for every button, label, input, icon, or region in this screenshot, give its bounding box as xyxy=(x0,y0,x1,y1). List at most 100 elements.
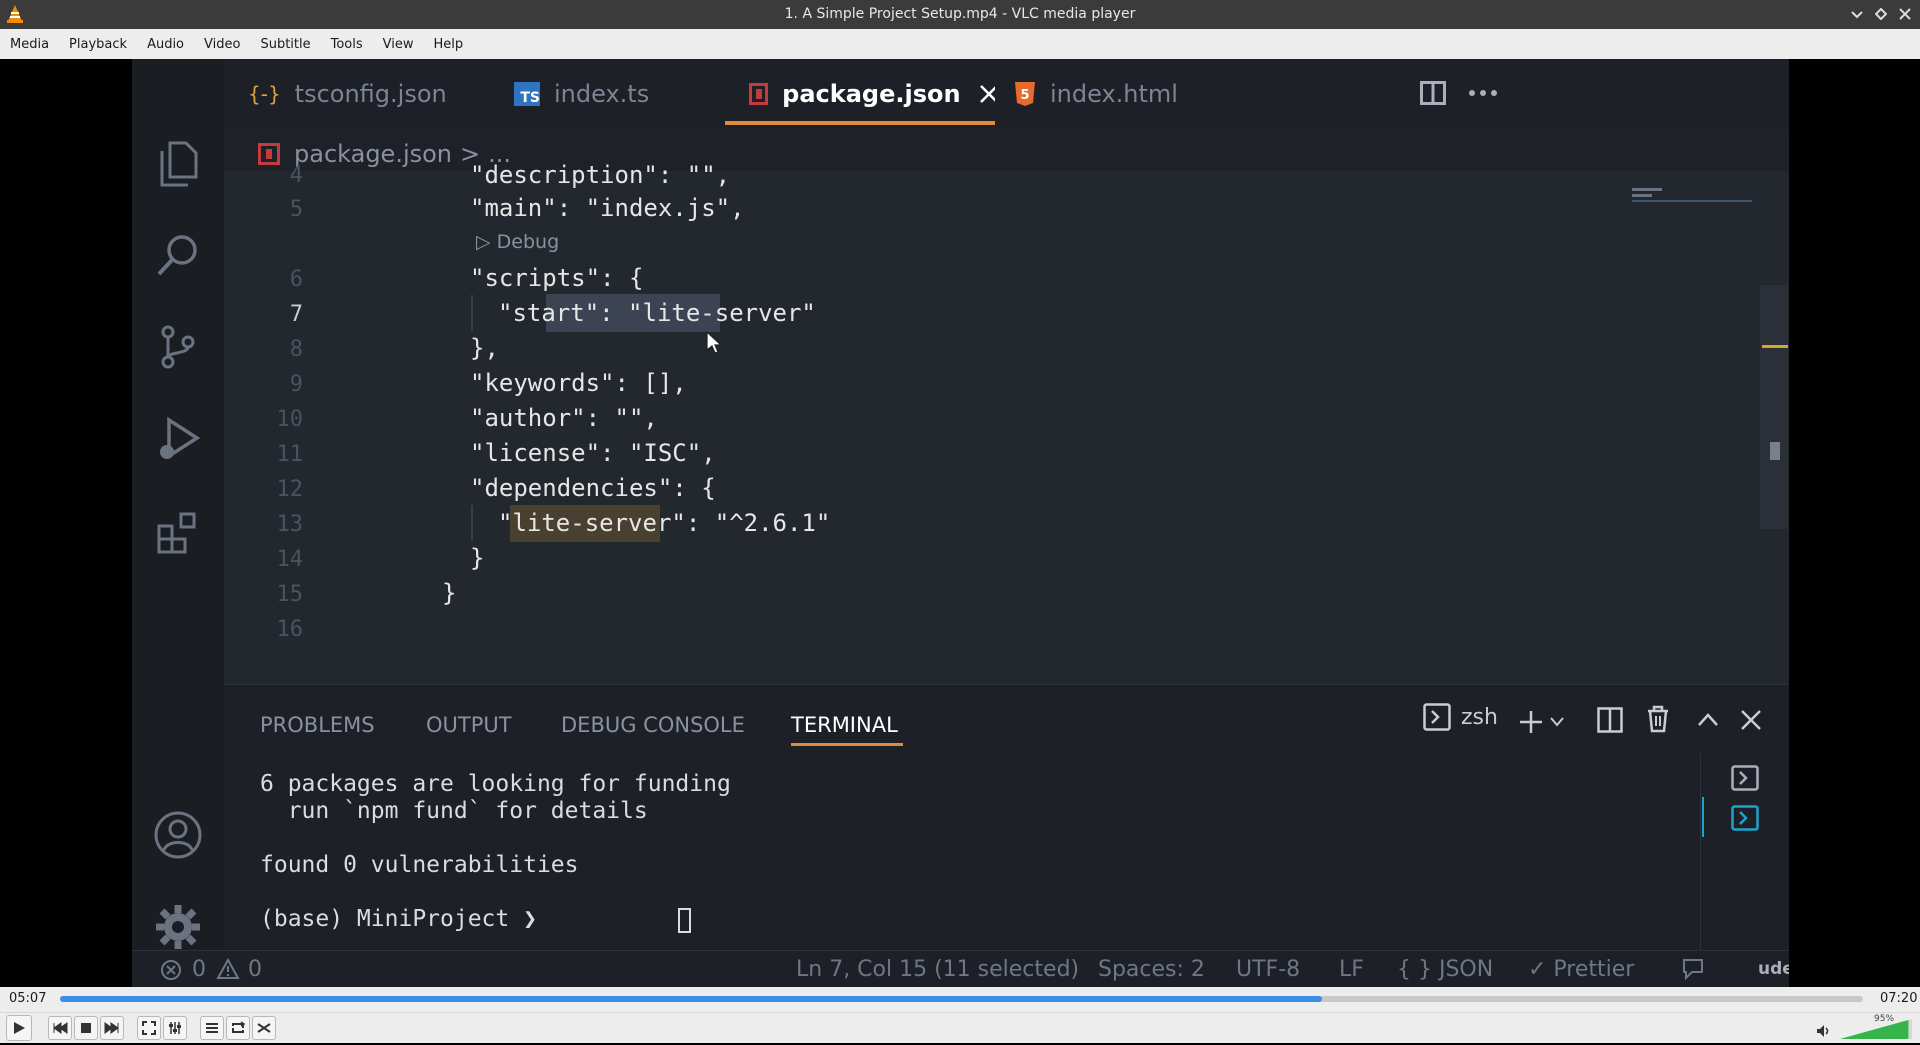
json-icon: {-} xyxy=(248,82,281,106)
more-actions-icon xyxy=(1469,90,1497,96)
fullscreen-button[interactable] xyxy=(137,1016,161,1040)
tab-debug-console: DEBUG CONSOLE xyxy=(561,713,745,737)
shuffle-icon xyxy=(257,1023,271,1033)
extensions-icon xyxy=(152,507,204,559)
maximize-icon[interactable] xyxy=(1872,3,1890,25)
tab-package-json: package.json xyxy=(725,59,995,129)
code-line: "description": "", xyxy=(470,161,731,189)
debug-codelens: ▷ Debug xyxy=(476,231,560,253)
editor-scrollbar[interactable] xyxy=(1760,285,1788,529)
playlist-button[interactable] xyxy=(200,1016,224,1040)
udemy-watermark: udemy xyxy=(1758,959,1789,979)
line-number: 8 xyxy=(289,337,303,362)
sliders-icon xyxy=(169,1022,181,1034)
indent-guide xyxy=(471,295,473,331)
tab-tsconfig: {-} tsconfig.json xyxy=(248,59,447,129)
volume-icon[interactable] xyxy=(1816,1024,1832,1038)
code-line: } xyxy=(470,544,485,572)
line-number: 16 xyxy=(276,617,304,642)
feedback-icon xyxy=(1683,959,1703,981)
encoding: UTF-8 xyxy=(1236,957,1301,982)
menu-video[interactable]: Video xyxy=(194,37,250,52)
language-mode: { } JSON xyxy=(1397,957,1494,982)
code-line: "dependencies": { xyxy=(470,474,716,502)
account-icon xyxy=(152,809,204,861)
line-number: 9 xyxy=(289,372,303,397)
line-number: 10 xyxy=(276,407,304,432)
code-line: "scripts": { xyxy=(470,264,644,292)
tab-terminal: TERMINAL xyxy=(791,713,898,737)
tab-problems: PROBLEMS xyxy=(260,713,375,737)
total-time: 07:20 xyxy=(1880,991,1918,1006)
menu-tools[interactable]: Tools xyxy=(321,37,373,52)
title-bar: 1. A Simple Project Setup.mp4 - VLC medi… xyxy=(0,0,1920,29)
close-tab-icon xyxy=(979,85,995,103)
tab-output: OUTPUT xyxy=(426,713,512,737)
terminal-panel: PROBLEMS OUTPUT DEBUG CONSOLE TERMINAL z… xyxy=(224,684,1789,951)
terminal-prompt: (base) MiniProject ❯ xyxy=(260,906,551,932)
loop-button[interactable] xyxy=(226,1016,250,1040)
menu-audio[interactable]: Audio xyxy=(137,37,194,52)
run-debug-icon xyxy=(152,413,204,465)
tab-label: index.ts xyxy=(554,80,650,108)
end-of-line: LF xyxy=(1339,957,1364,982)
menu-media[interactable]: Media xyxy=(0,37,59,52)
gear-icon xyxy=(152,901,204,953)
stop-button[interactable] xyxy=(74,1016,98,1040)
code-line: "main": "index.js", xyxy=(470,194,745,222)
code-line: "author": "", xyxy=(470,404,658,432)
video-area[interactable]: {-} tsconfig.json TS index.ts package.js… xyxy=(0,59,1920,987)
code-line: "license": "ISC", xyxy=(470,439,716,467)
line-number: 14 xyxy=(276,547,304,572)
status-bar: 0 0 Ln 7, Col 15 (11 selected) Spaces: 2… xyxy=(132,950,1789,987)
play-button[interactable] xyxy=(6,1015,32,1041)
window-title: 1. A Simple Project Setup.mp4 - VLC medi… xyxy=(784,6,1136,22)
menu-help[interactable]: Help xyxy=(424,37,474,52)
tab-label: index.html xyxy=(1050,80,1178,108)
next-icon xyxy=(104,1022,119,1034)
tab-index-html: 5 index.html xyxy=(1014,59,1178,129)
html5-icon: 5 xyxy=(1015,82,1035,106)
shuffle-button[interactable] xyxy=(252,1016,276,1040)
extended-settings-button[interactable] xyxy=(163,1016,187,1040)
terminal-line: found 0 vulnerabilities xyxy=(260,852,579,878)
error-count: 0 xyxy=(192,957,206,982)
minimize-icon[interactable] xyxy=(1848,3,1866,25)
source-control-icon xyxy=(152,321,204,373)
tab-index-ts: TS index.ts xyxy=(514,59,649,129)
menu-subtitle[interactable]: Subtitle xyxy=(250,37,320,52)
shell-name: zsh xyxy=(1461,704,1498,730)
volume-slider[interactable]: 95% xyxy=(1840,1014,1914,1041)
cursor-position: Ln 7, Col 15 (11 selected) xyxy=(796,957,1080,982)
terminal-tabs-divider xyxy=(1700,753,1701,951)
activity-bar xyxy=(132,59,224,950)
line-number: 11 xyxy=(276,442,304,467)
split-editor-icon xyxy=(1420,81,1446,105)
terminal-cursor xyxy=(678,908,691,933)
mouse-cursor-icon xyxy=(706,331,722,354)
indent-guide xyxy=(471,505,473,541)
previous-button[interactable] xyxy=(48,1016,72,1040)
line-number: 12 xyxy=(276,477,304,502)
seek-progress xyxy=(60,996,1323,1002)
menu-view[interactable]: View xyxy=(373,37,424,52)
code-line: } xyxy=(442,579,457,607)
warning-count: 0 xyxy=(248,957,262,982)
terminal-list-item-icon xyxy=(1731,805,1759,831)
next-button[interactable] xyxy=(100,1016,124,1040)
line-number: 13 xyxy=(276,512,304,537)
close-icon[interactable] xyxy=(1896,3,1914,25)
line-number: 15 xyxy=(276,582,304,607)
line-number: 7 xyxy=(289,302,303,327)
close-panel-icon xyxy=(1741,710,1761,730)
formatter: ✓ Prettier xyxy=(1528,957,1635,982)
menu-playback[interactable]: Playback xyxy=(59,37,137,52)
chevron-down-icon xyxy=(1550,717,1564,727)
line-number: 6 xyxy=(289,267,303,292)
stop-icon xyxy=(81,1023,91,1033)
terminal-line: run `npm fund` for details xyxy=(260,798,648,824)
files-icon xyxy=(152,137,204,189)
terminal-line: 6 packages are looking for funding xyxy=(260,771,731,797)
seek-slider[interactable] xyxy=(60,996,1863,1002)
play-icon xyxy=(14,1022,25,1034)
